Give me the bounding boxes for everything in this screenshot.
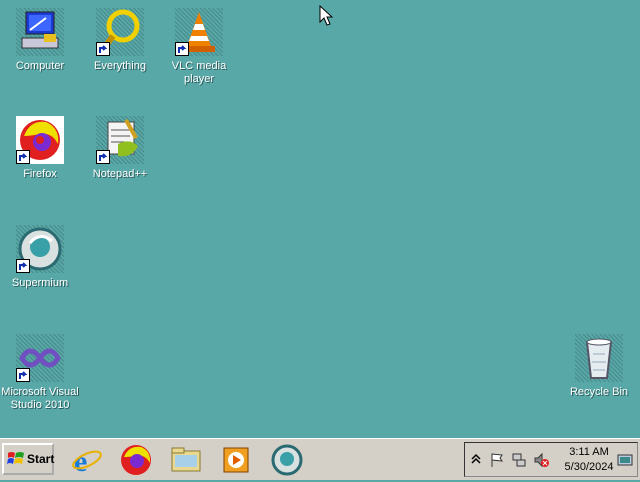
desktop-icon-computer[interactable]: Computer [0,8,80,73]
vlc-icon [175,8,223,56]
shortcut-arrow-icon [96,150,110,164]
mouse-cursor-icon [319,4,334,32]
clock-time: 3:11 AM [569,446,609,458]
desktop-icon-recycle-bin[interactable]: Recycle Bin [559,334,639,399]
start-button[interactable]: Start [2,443,54,475]
flag-icon[interactable] [489,452,505,473]
firefox-icon [16,116,64,164]
icon-label: Firefox [23,168,57,180]
computer-icon [16,8,64,56]
icon-label: Everything [94,60,146,72]
explorer-icon[interactable] [169,443,203,477]
supermium-icon[interactable] [270,443,304,477]
chevron-up-icon[interactable] [471,452,481,470]
desktop-icon-notepadpp[interactable]: Notepad++ [80,116,160,181]
clock[interactable]: 3:11 AM 5/30/2024 [561,445,617,475]
desktop-icon-supermium[interactable]: Supermium [0,225,80,290]
shortcut-arrow-icon [96,42,110,56]
shortcut-arrow-icon [16,150,30,164]
icon-label: Microsoft Visual Studio 2010 [1,386,79,411]
show-desktop-icon[interactable] [617,452,633,473]
windows-logo-icon [7,450,25,469]
icon-label: VLC media player [171,60,227,85]
network-icon[interactable] [511,452,527,473]
volume-muted-icon[interactable] [533,452,549,473]
icon-label: Computer [15,60,65,72]
start-label: Start [27,452,55,466]
desktop-icon-vlc[interactable]: VLC media player [159,8,239,86]
shortcut-arrow-icon [16,259,30,273]
icon-label: Supermium [11,277,69,289]
recycle-bin-icon [575,334,623,382]
taskbar: Start e 3:11 AM 5/30/2024 [0,438,640,480]
firefox-icon[interactable] [119,443,153,477]
media-player-icon[interactable] [219,443,253,477]
shortcut-arrow-icon [175,42,189,56]
clock-date: 5/30/2024 [564,461,614,473]
desktop-icon-everything[interactable]: Everything [80,8,160,73]
notepadpp-icon [96,116,144,164]
system-tray: 3:11 AM 5/30/2024 [464,442,638,477]
supermium-icon [16,225,64,273]
desktop-icon-firefox[interactable]: Firefox [0,116,80,181]
icon-label: Notepad++ [92,168,148,180]
shortcut-arrow-icon [16,368,30,382]
internet-explorer-icon[interactable]: e [70,443,104,478]
icon-label: Recycle Bin [569,386,629,398]
desktop: Computer Everything VLC media player Fir… [0,0,640,438]
everything-icon [96,8,144,56]
desktop-icon-visual-studio[interactable]: Microsoft Visual Studio 2010 [0,334,80,412]
visual-studio-icon [16,334,64,382]
